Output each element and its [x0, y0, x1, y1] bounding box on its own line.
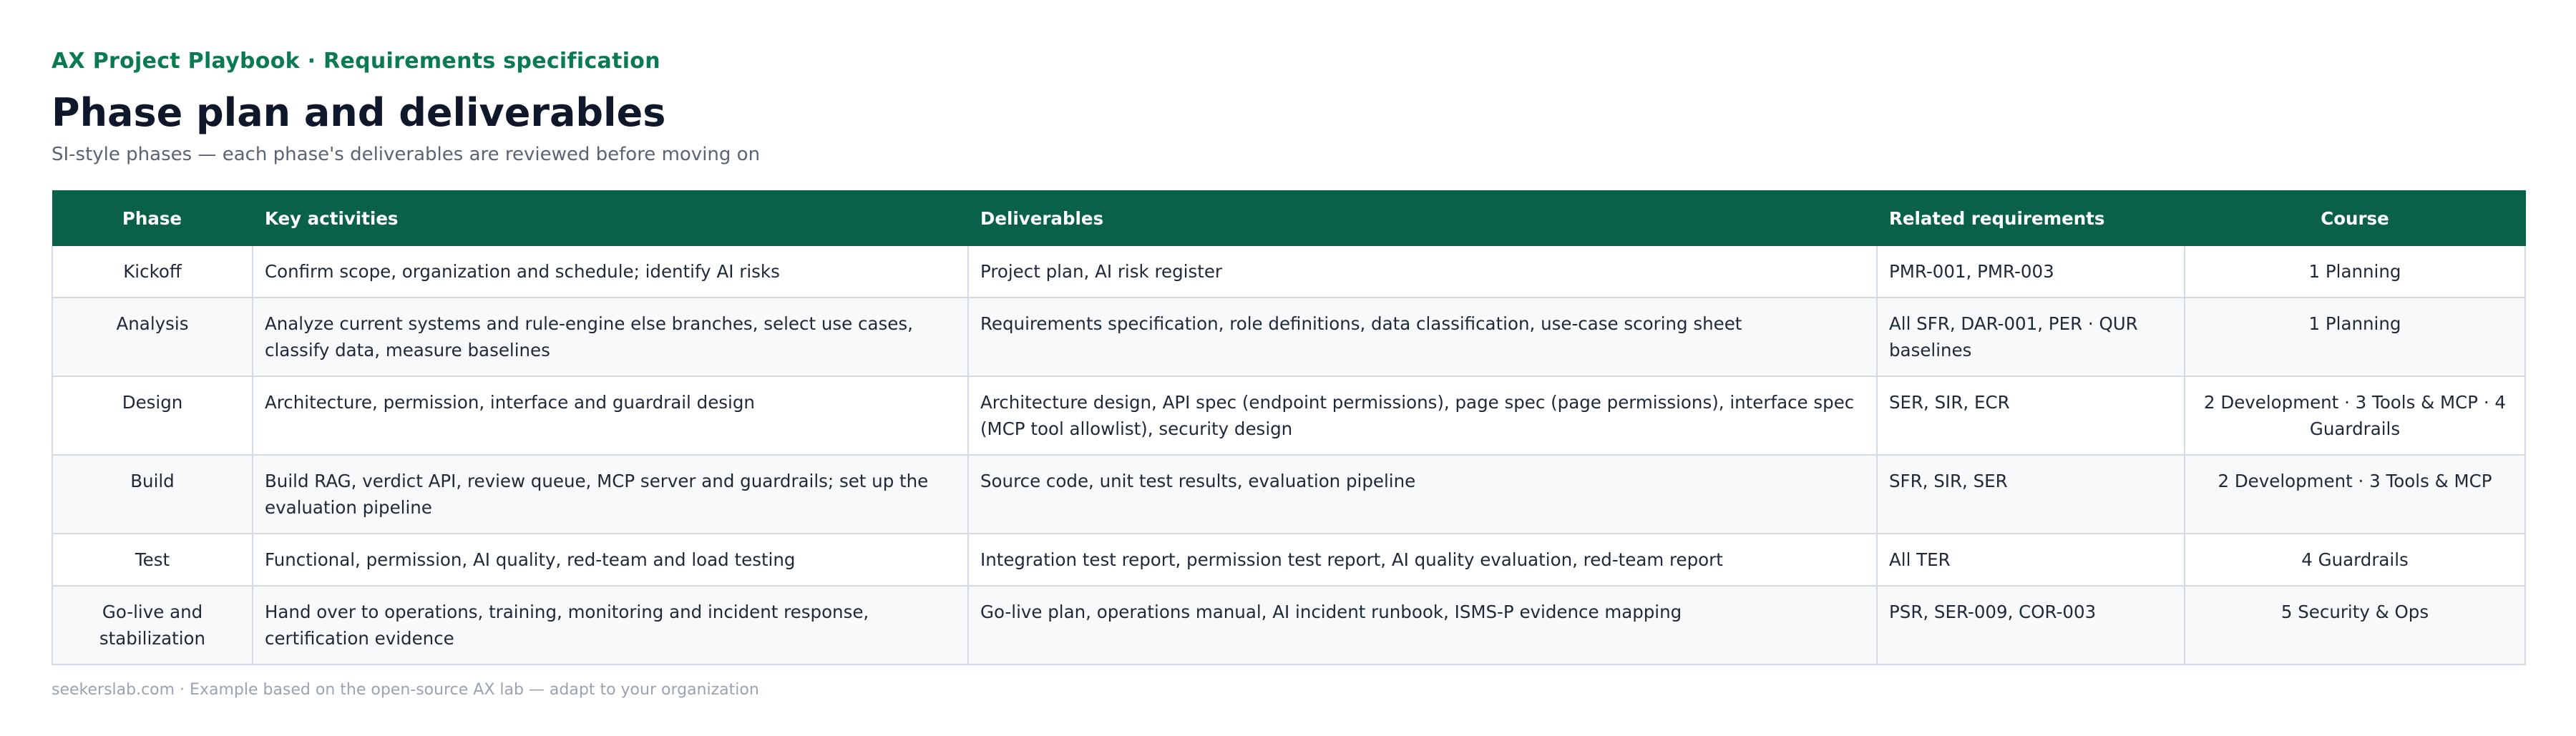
cell-requirements: SER, SIR, ECR: [1876, 376, 2185, 455]
cell-course: 2 Development · 3 Tools & MCP · 4 Guardr…: [2184, 376, 2526, 455]
cell-deliverables: Integration test report, permission test…: [967, 534, 1878, 586]
cell-phase: Test: [52, 534, 253, 586]
phase-table-container: Phase Key activities Deliverables Relate…: [52, 190, 2526, 665]
cell-activities: Analyze current systems and rule-engine …: [252, 298, 969, 376]
cell-requirements: All TER: [1876, 534, 2185, 586]
footer-note: seekerslab.com · Example based on the op…: [52, 681, 759, 699]
cell-phase: Analysis: [52, 298, 253, 376]
table-header-row: Phase Key activities Deliverables Relate…: [52, 190, 2526, 246]
cell-deliverables: Requirements specification, role definit…: [967, 298, 1878, 376]
cell-course: 5 Security & Ops: [2184, 586, 2526, 664]
cell-phase: Design: [52, 376, 253, 455]
cell-activities: Architecture, permission, interface and …: [252, 376, 969, 455]
phase-table: Phase Key activities Deliverables Relate…: [52, 190, 2526, 665]
page: AX Project Playbook · Requirements speci…: [0, 0, 2576, 736]
cell-deliverables: Architecture design, API spec (endpoint …: [967, 376, 1878, 455]
cell-requirements: All SFR, DAR-001, PER · QUR baselines: [1876, 298, 2185, 376]
table-row: Analysis Analyze current systems and rul…: [52, 298, 2526, 376]
column-header-deliverables: Deliverables: [968, 190, 1878, 246]
table-row: Kickoff Confirm scope, organization and …: [52, 246, 2526, 298]
table-row: Test Functional, permission, AI quality,…: [52, 534, 2526, 586]
table-row: Build Build RAG, verdict API, review que…: [52, 455, 2526, 534]
column-header-phase: Phase: [52, 190, 253, 246]
cell-requirements: SFR, SIR, SER: [1876, 455, 2185, 534]
page-subtitle: SI-style phases — each phase's deliverab…: [52, 144, 761, 165]
cell-phase: Go-live and stabilization: [52, 586, 253, 664]
cell-course: 2 Development · 3 Tools & MCP: [2184, 455, 2526, 534]
cell-deliverables: Source code, unit test results, evaluati…: [967, 455, 1878, 534]
cell-requirements: PSR, SER-009, COR-003: [1876, 586, 2185, 664]
page-title: Phase plan and deliverables: [52, 90, 666, 135]
cell-activities: Confirm scope, organization and schedule…: [252, 246, 969, 298]
cell-course: 1 Planning: [2184, 298, 2526, 376]
cell-phase: Kickoff: [52, 246, 253, 298]
column-header-activities: Key activities: [253, 190, 969, 246]
cell-deliverables: Go-live plan, operations manual, AI inci…: [967, 586, 1878, 664]
cell-deliverables: Project plan, AI risk register: [967, 246, 1878, 298]
table-row: Design Architecture, permission, interfa…: [52, 376, 2526, 455]
cell-phase: Build: [52, 455, 253, 534]
cell-course: 1 Planning: [2184, 246, 2526, 298]
table-row: Go-live and stabilization Hand over to o…: [52, 586, 2526, 664]
cell-activities: Hand over to operations, training, monit…: [252, 586, 969, 664]
eyebrow-label: AX Project Playbook · Requirements speci…: [52, 49, 660, 74]
cell-activities: Build RAG, verdict API, review queue, MC…: [252, 455, 969, 534]
cell-activities: Functional, permission, AI quality, red-…: [252, 534, 969, 586]
cell-requirements: PMR-001, PMR-003: [1876, 246, 2185, 298]
cell-course: 4 Guardrails: [2184, 534, 2526, 586]
column-header-course: Course: [2185, 190, 2526, 246]
column-header-requirements: Related requirements: [1877, 190, 2185, 246]
